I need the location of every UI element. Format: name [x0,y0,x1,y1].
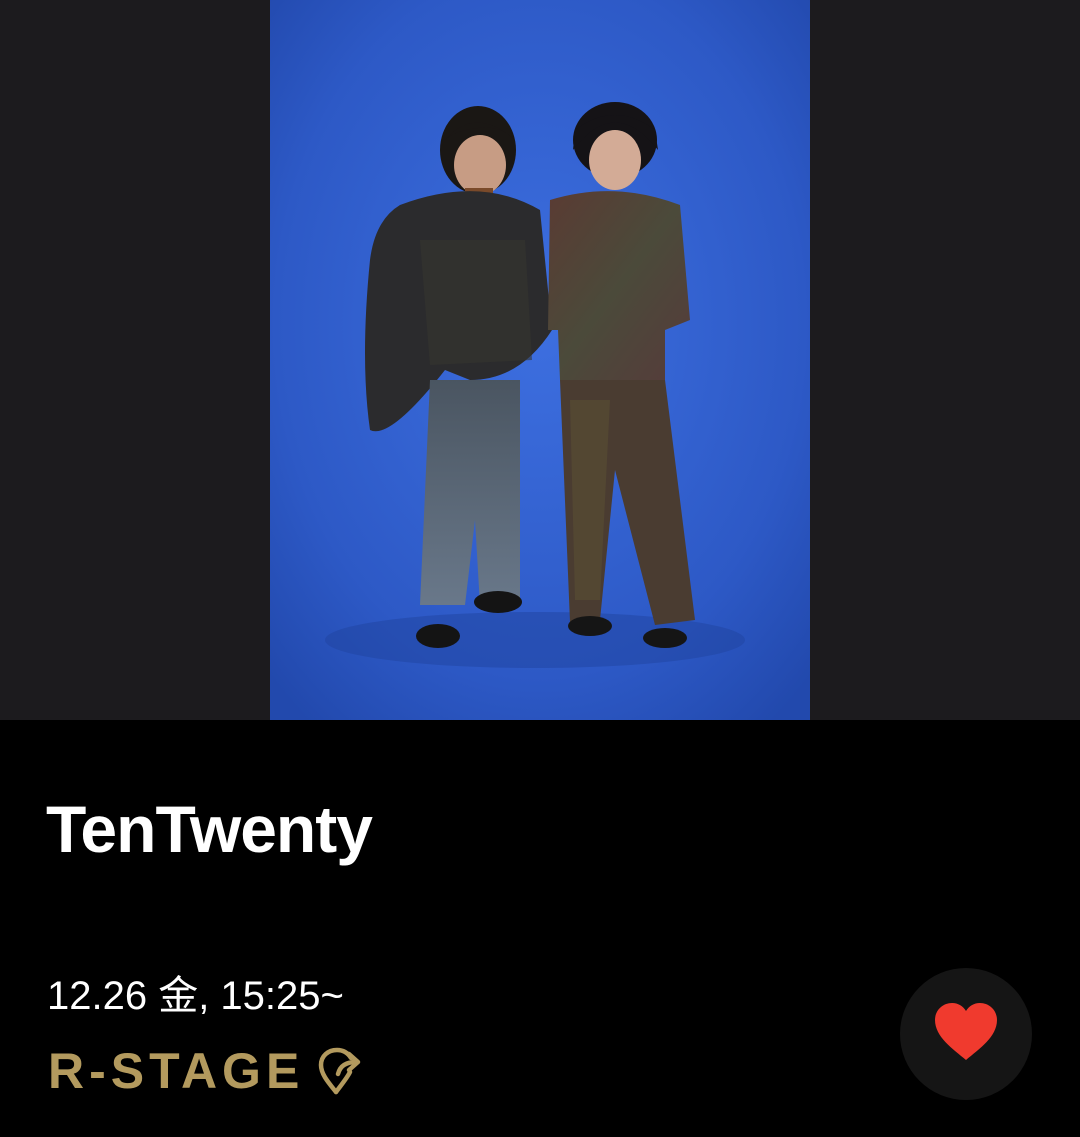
stage-name: R-STAGE [48,1043,305,1099]
performance-info: TenTwenty 12.26 金, 15:25~ R-STAGE [0,720,1080,1137]
heart-icon [933,1002,999,1067]
performance-datetime: 12.26 金, 15:25~ [47,974,344,1018]
stage-link[interactable]: R-STAGE [48,1046,364,1096]
map-pin-share-icon [318,1046,364,1096]
artist-photo [270,0,810,720]
artist-photo-area [0,0,1080,720]
artist-name: TenTwenty [46,792,373,866]
favorite-button[interactable] [900,968,1032,1100]
